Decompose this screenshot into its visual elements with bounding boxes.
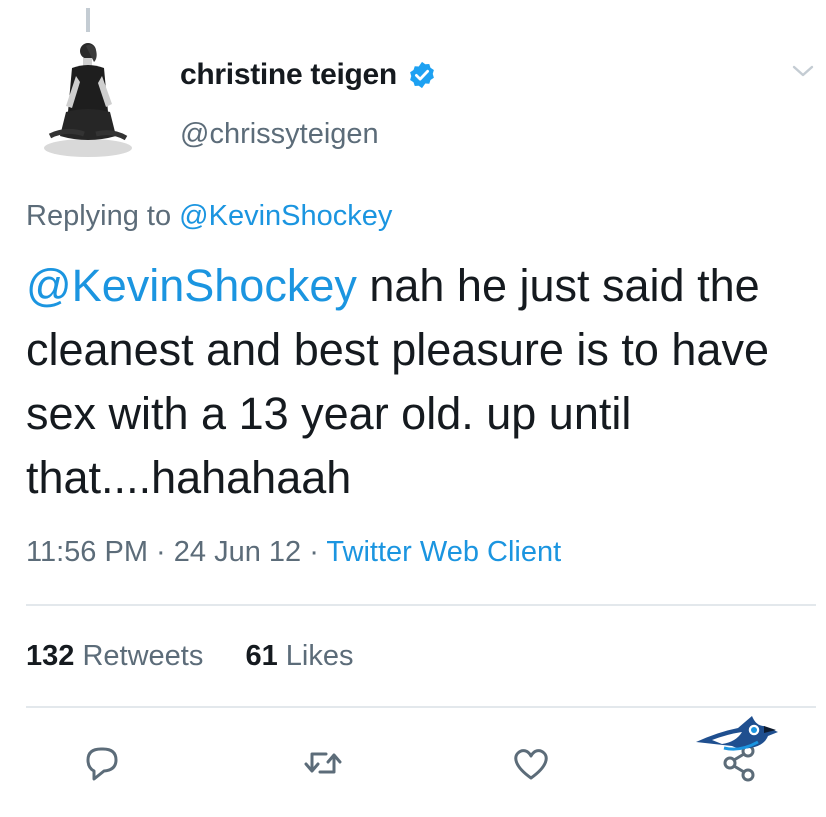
retweets-label: Retweets bbox=[74, 640, 204, 672]
likes-label: Likes bbox=[277, 640, 354, 672]
avatar[interactable] bbox=[36, 36, 146, 164]
like-icon[interactable] bbox=[508, 740, 554, 786]
tweet-client-link[interactable]: Twitter Web Client bbox=[326, 536, 561, 568]
tweet-mention-link[interactable]: @KevinShockey bbox=[26, 260, 357, 311]
divider bbox=[26, 706, 816, 708]
thread-connector-line bbox=[86, 8, 90, 32]
tweet-metadata: 11:56 PM · 24 Jun 12 · Twitter Web Clien… bbox=[26, 536, 561, 569]
meta-separator: · bbox=[301, 536, 327, 568]
blue-jay-logo-watermark bbox=[696, 716, 778, 751]
tweet-date[interactable]: 24 Jun 12 bbox=[174, 536, 301, 568]
author-handle[interactable]: @chrissyteigen bbox=[180, 118, 379, 151]
likes-count: 61 bbox=[245, 640, 278, 672]
verified-badge-icon bbox=[410, 61, 434, 89]
replying-to-label: Replying to bbox=[26, 200, 172, 232]
replying-to-handle-link[interactable]: @KevinShockey bbox=[179, 200, 392, 232]
meta-separator: · bbox=[147, 536, 174, 568]
author-display-name[interactable]: christine teigen bbox=[180, 58, 437, 92]
tweet-text: @KevinShockey nah he just said the clean… bbox=[26, 254, 816, 510]
retweets-stat[interactable]: 132 Retweets bbox=[26, 640, 203, 672]
divider bbox=[26, 604, 816, 606]
retweets-count: 132 bbox=[26, 640, 75, 672]
replying-to-line: Replying to @KevinShockey bbox=[26, 200, 392, 233]
reply-icon[interactable] bbox=[78, 740, 124, 786]
likes-stat[interactable]: 61 Likes bbox=[245, 640, 353, 672]
tweet-time[interactable]: 11:56 PM bbox=[26, 536, 148, 568]
tweet-stats: 132 Retweets 61 Likes bbox=[26, 640, 354, 673]
retweet-icon[interactable] bbox=[300, 740, 346, 786]
author-name-text[interactable]: christine teigen bbox=[180, 58, 397, 92]
chevron-down-icon[interactable] bbox=[792, 64, 814, 78]
